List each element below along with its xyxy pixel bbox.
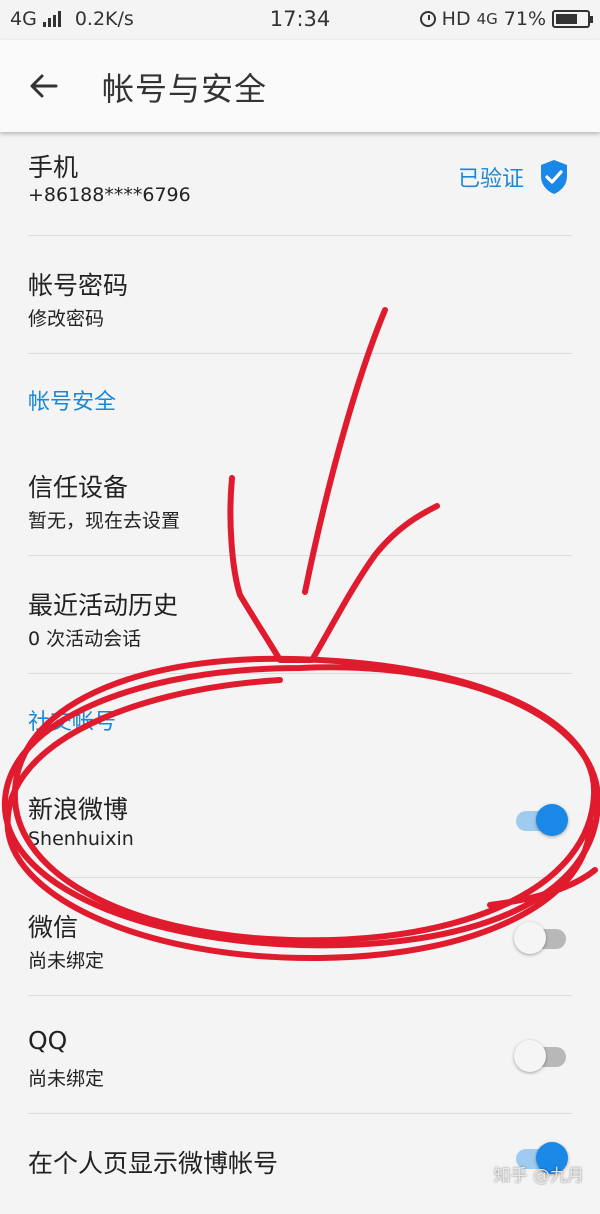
battery-icon	[552, 10, 593, 28]
alarm-icon	[419, 11, 436, 27]
row-recent-activity[interactable]: 最近活动历史 0 次活动会话	[0, 556, 600, 674]
row-subtitle: 修改密码	[28, 308, 105, 330]
watermark: 知乎 @九月	[493, 1166, 584, 1186]
row-title: 新浪微博	[28, 795, 129, 824]
row-subtitle: Shenhuixin	[28, 828, 134, 850]
section-social-accounts: 社交帐号	[0, 674, 600, 760]
row-subtitle: 尚未绑定	[28, 950, 105, 972]
row-subtitle: 0 次活动会话	[28, 628, 142, 650]
shield-check-icon	[541, 160, 567, 194]
row-subtitle: 尚未绑定	[28, 1068, 105, 1090]
qq-toggle[interactable]	[514, 1038, 568, 1074]
app-bar: 帐号与安全	[0, 40, 600, 132]
hd-label: HD	[441, 8, 471, 30]
settings-list: 手机 +86188****6796 已验证 帐号密码 修改密码 帐号安全 信任设…	[0, 132, 600, 1214]
row-title: 信任设备	[28, 473, 129, 502]
row-title: 微信	[28, 913, 79, 942]
section-account-security: 帐号安全	[0, 354, 600, 446]
row-title: 手机	[28, 153, 79, 182]
status-right: HD 4G 71%	[419, 8, 593, 30]
row-phone[interactable]: 手机 +86188****6796 已验证	[0, 132, 600, 236]
battery-percent: 71%	[503, 8, 546, 30]
row-subtitle: +86188****6796	[28, 184, 191, 206]
wechat-toggle[interactable]	[514, 920, 568, 956]
row-qq[interactable]: QQ 尚未绑定	[0, 996, 600, 1114]
row-wechat[interactable]: 微信 尚未绑定	[0, 878, 600, 996]
row-trusted-devices[interactable]: 信任设备 暂无，现在去设置	[0, 446, 600, 556]
verified-label: 已验证	[457, 167, 524, 192]
page-title: 帐号与安全	[102, 70, 268, 108]
section-header: 帐号安全	[28, 390, 117, 415]
row-weibo[interactable]: 新浪微博 Shenhuixin	[0, 760, 600, 878]
row-title: QQ	[28, 1026, 68, 1055]
row-title: 最近活动历史	[28, 591, 179, 620]
arrow-left-icon[interactable]	[26, 68, 62, 104]
section-header: 社交帐号	[28, 710, 117, 735]
row-password[interactable]: 帐号密码 修改密码	[0, 236, 600, 354]
verified-badge: 已验证	[458, 158, 570, 196]
status-bar: 4G 0.2K/s 17:34 HD 4G 71%	[0, 0, 600, 40]
row-subtitle: 暂无，现在去设置	[28, 510, 181, 532]
row-title: 帐号密码	[28, 271, 129, 300]
network-type-right: 4G	[476, 10, 498, 28]
row-title: 在个人页显示微博帐号	[28, 1149, 279, 1178]
weibo-toggle[interactable]	[514, 802, 568, 838]
